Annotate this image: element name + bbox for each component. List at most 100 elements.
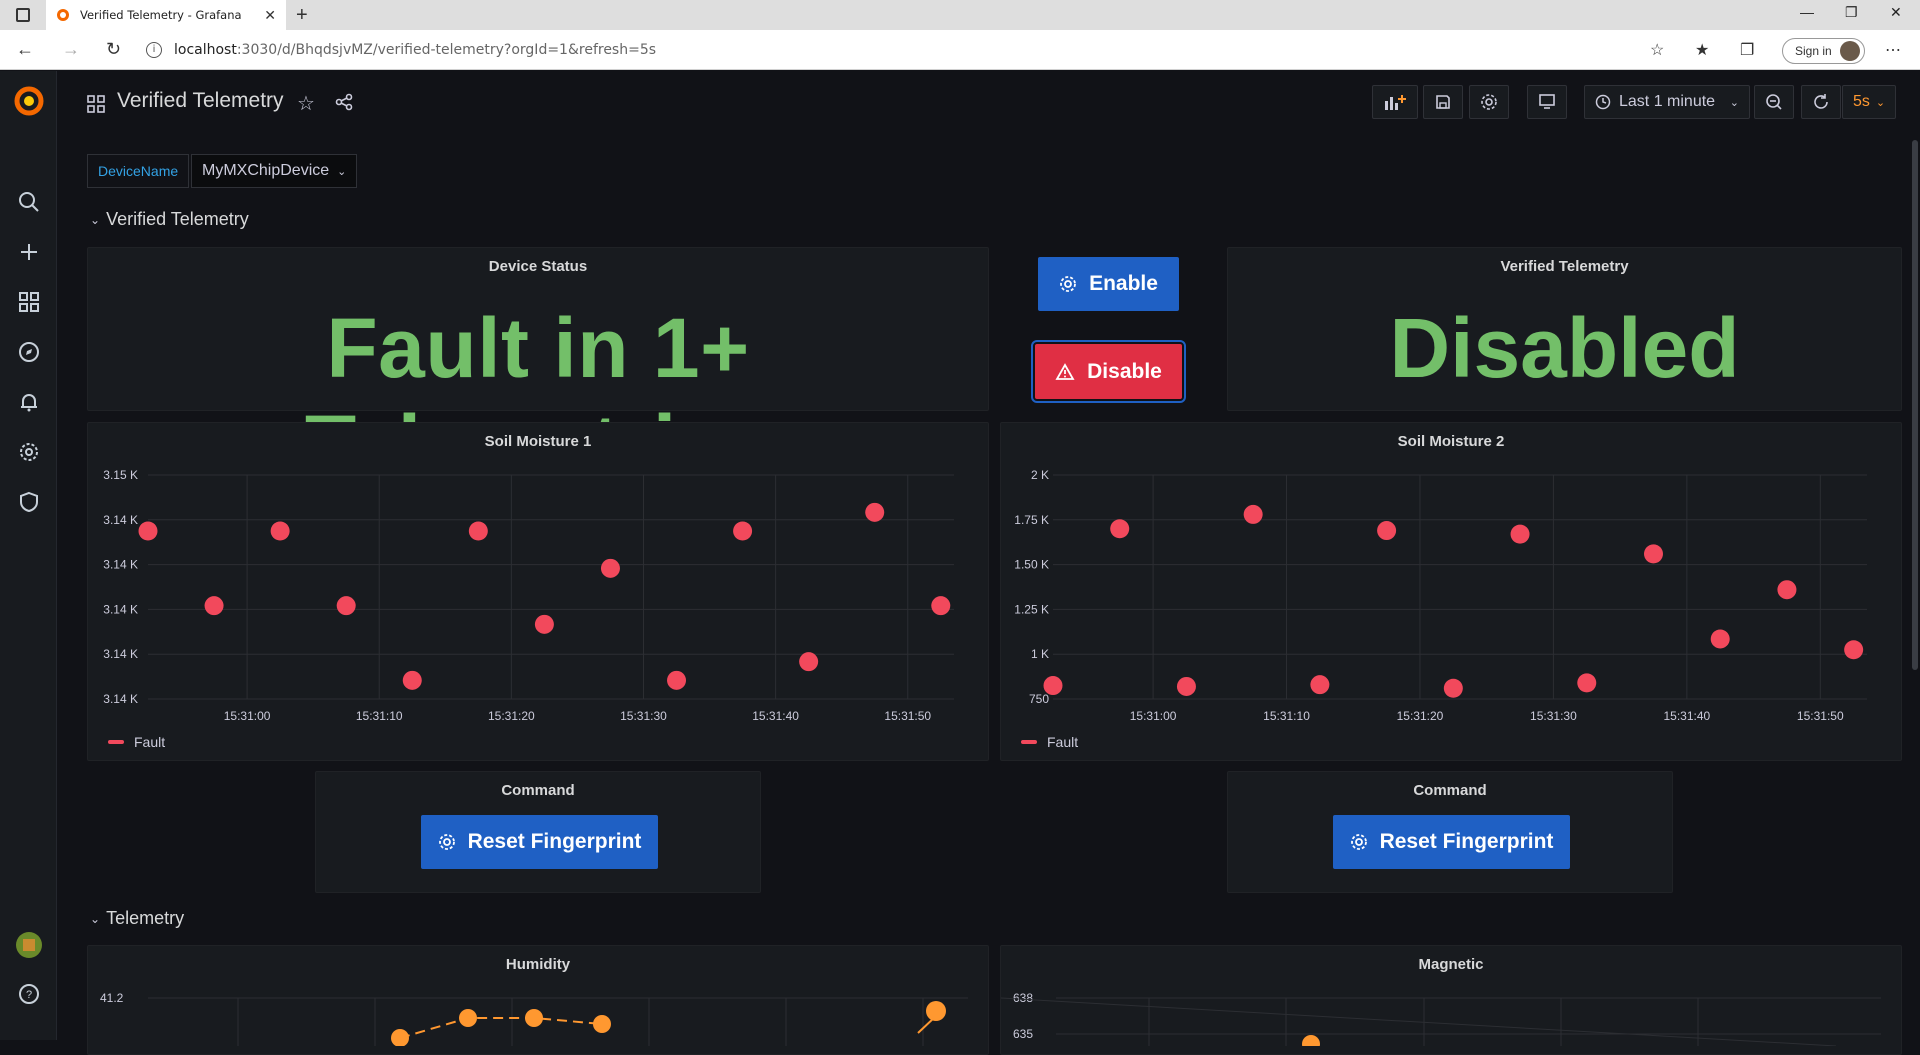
star-icon[interactable]: ☆ — [297, 91, 315, 116]
data-point — [1377, 521, 1397, 541]
reset-fingerprint-label: Reset Fingerprint — [1379, 830, 1554, 853]
soil-moisture-2-panel: Soil Moisture 2 2 K 1.75 K 1.50 K 1.25 K1 K… — [1000, 422, 1902, 761]
data-point — [1243, 504, 1263, 524]
data-point — [1310, 675, 1330, 695]
collections-icon[interactable]: ❐ — [1740, 40, 1754, 60]
y-tick-label: 638 — [1013, 991, 1033, 1005]
close-tab-icon[interactable]: ✕ — [264, 7, 276, 24]
y-tick-label: 1.50 K — [1014, 558, 1049, 572]
address-bar: ← → ↻ i localhost:3030/d/BhqdsjvMZ/verif… — [0, 30, 1920, 70]
explore-icon[interactable] — [0, 341, 57, 363]
search-icon[interactable] — [0, 191, 57, 213]
data-point — [1777, 580, 1797, 600]
device-status-panel: Device Status Fault in 1+ Telemetries — [87, 247, 989, 492]
alerting-icon[interactable] — [0, 391, 57, 413]
disable-label: Disable — [1087, 359, 1162, 383]
close-window-icon[interactable]: ✕ — [1890, 4, 1902, 21]
x-tick-label: 15:31:20 — [1397, 709, 1444, 723]
grafana-logo-icon[interactable] — [0, 85, 57, 117]
soil-moisture-2-chart: 2 K 1.75 K 1.50 K 1.25 K 1 K 750 15:31:00 15:31… — [1014, 468, 1867, 723]
more-icon[interactable]: ⋯ — [1885, 40, 1901, 60]
configuration-icon[interactable] — [0, 441, 57, 463]
command-panel-1: Command Reset Fingerprint — [315, 771, 761, 893]
user-avatar[interactable] — [0, 931, 57, 959]
data-point — [1043, 676, 1063, 696]
data-point — [468, 521, 488, 541]
x-tick-label: 15:31:40 — [1663, 709, 1710, 723]
y-tick-label: 1.25 K — [1014, 602, 1049, 616]
data-point — [931, 596, 951, 616]
scrollbar[interactable] — [1912, 140, 1918, 670]
y-tick-label: 635 — [1013, 1027, 1033, 1041]
disable-button[interactable]: Disable — [1031, 340, 1186, 403]
chevron-down-icon: ⌄ — [90, 212, 101, 227]
site-info-icon[interactable]: i — [146, 42, 162, 58]
add-panel-button[interactable] — [1372, 85, 1418, 119]
y-tick-label: 1.75 K — [1014, 513, 1049, 527]
add-favorite-icon[interactable]: ☆ — [1650, 40, 1664, 60]
browser-tab[interactable]: Verified Telemetry - Grafana ✕ — [46, 0, 286, 30]
panel-title: Verified Telemetry — [1500, 258, 1629, 275]
restore-icon[interactable]: ❐ — [1845, 4, 1858, 21]
save-dashboard-button[interactable] — [1423, 85, 1463, 119]
chevron-down-icon: ⌄ — [1875, 96, 1886, 109]
device-name-select[interactable]: MyMXChipDevice ⌄ — [191, 154, 358, 188]
side-menu: ? — [0, 71, 57, 1040]
monitor-icon — [1539, 94, 1555, 109]
share-icon[interactable] — [335, 93, 353, 116]
url-field[interactable]: i localhost:3030/d/BhqdsjvMZ/verified-te… — [146, 36, 1656, 64]
refresh-interval-picker[interactable]: 5s ⌄ — [1842, 85, 1896, 119]
new-tab-icon[interactable]: + — [296, 4, 308, 27]
dashboards-icon[interactable] — [0, 291, 57, 313]
time-range-label: Last 1 minute — [1619, 93, 1716, 110]
favorites-icon[interactable]: ★ — [1695, 40, 1709, 60]
data-point — [1110, 519, 1130, 539]
x-tick-label: 15:31:40 — [752, 709, 799, 723]
tv-mode-button[interactable] — [1527, 85, 1567, 119]
zoom-out-button[interactable] — [1754, 85, 1794, 119]
humidity-panel: Humidity 41.2 — [87, 945, 989, 1055]
x-tick-label: 15:31:00 — [1130, 709, 1177, 723]
data-point — [402, 670, 422, 690]
reset-fingerprint-button[interactable]: Reset Fingerprint — [421, 815, 658, 869]
server-admin-shield-icon[interactable] — [0, 491, 57, 513]
reload-icon[interactable]: ↻ — [106, 39, 121, 60]
time-picker-button[interactable]: Last 1 minute ⌄ — [1584, 85, 1750, 119]
reset-fingerprint-button[interactable]: Reset Fingerprint — [1333, 815, 1570, 869]
minimize-icon[interactable]: — — [1800, 4, 1814, 20]
enable-label: Enable — [1089, 272, 1158, 295]
url-path: :3030/d/BhqdsjvMZ/verified-telemetry?org… — [236, 42, 657, 58]
create-icon[interactable] — [0, 241, 57, 263]
grafana-favicon-icon — [57, 9, 69, 21]
dashboard-grid-icon — [87, 95, 105, 113]
enable-button[interactable]: Enable — [1038, 257, 1179, 311]
dashboard-settings-button[interactable] — [1469, 85, 1509, 119]
y-tick-label: 3.14 K — [103, 602, 138, 616]
back-icon[interactable]: ← — [16, 39, 34, 60]
legend-fault[interactable]: Fault — [108, 734, 165, 750]
y-tick-label: 41.2 — [100, 991, 124, 1005]
legend-fault[interactable]: Fault — [1021, 734, 1078, 750]
device-name-value: MyMXChipDevice — [202, 162, 330, 179]
gear-icon — [1350, 834, 1367, 850]
row-telemetry[interactable]: ⌄ Telemetry — [90, 908, 184, 929]
legend-swatch — [1021, 740, 1037, 744]
dashboard-title[interactable]: Verified Telemetry — [117, 89, 284, 113]
sign-in-button[interactable]: Sign in — [1782, 38, 1865, 64]
reset-fingerprint-label: Reset Fingerprint — [467, 830, 642, 853]
tab-actions-icon[interactable] — [16, 8, 30, 22]
soil-moisture-1-panel: Soil Moisture 1 3.15 K 3.14 K 3.14 K 3.14 K… — [87, 422, 989, 761]
x-tick-label: 15:31:50 — [1797, 709, 1844, 723]
data-point — [138, 521, 158, 541]
sign-in-label: Sign in — [1795, 44, 1832, 58]
help-icon[interactable]: ? — [0, 983, 57, 1005]
refresh-button[interactable] — [1801, 85, 1841, 119]
forward-icon[interactable]: → — [62, 39, 80, 60]
save-icon — [1436, 95, 1450, 109]
warning-icon — [1055, 362, 1075, 380]
row-verified-telemetry[interactable]: ⌄ Verified Telemetry — [90, 209, 249, 230]
verified-telemetry-panel: Verified Telemetry Disabled — [1227, 247, 1902, 411]
panel-title: Device Status — [488, 258, 588, 275]
x-tick-label: 15:31:30 — [620, 709, 667, 723]
data-point — [600, 558, 620, 578]
